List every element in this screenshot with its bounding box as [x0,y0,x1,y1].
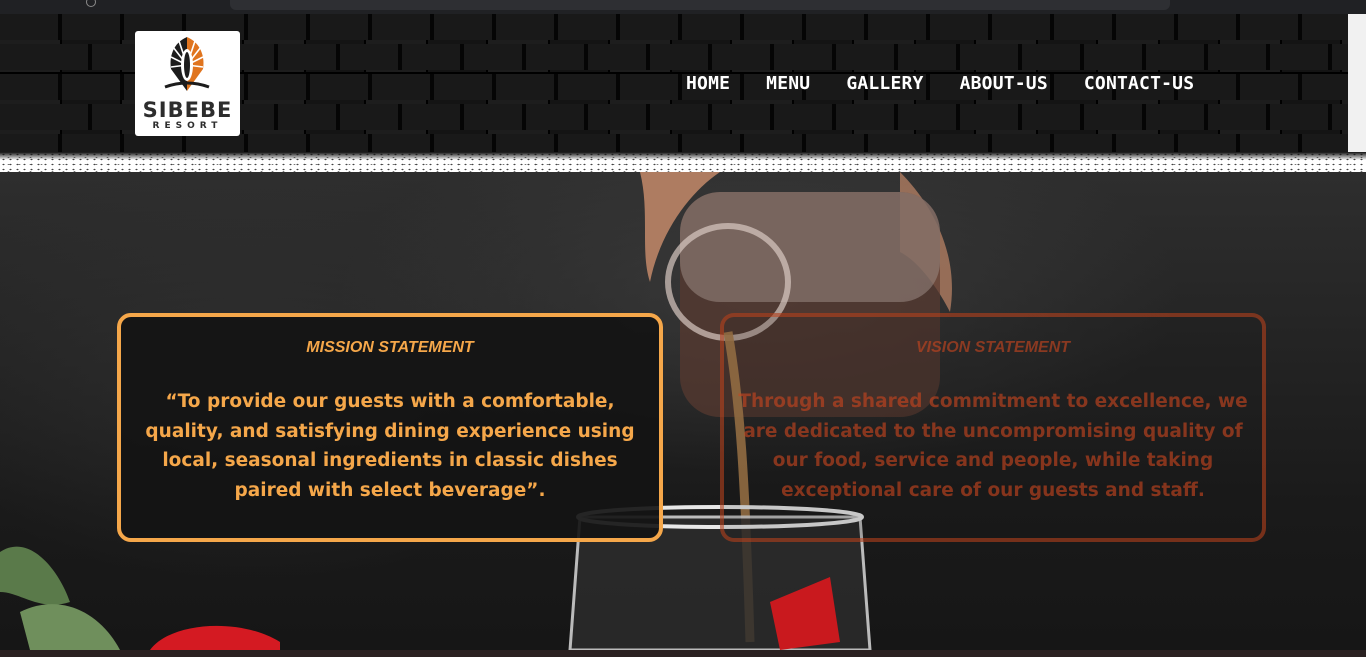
vision-title: VISION STATEMENT [915,339,1071,356]
browser-toolbar [0,0,1366,14]
nav-gallery[interactable]: GALLERY [846,73,923,94]
mission-title: MISSION STATEMENT [306,339,474,356]
main-nav: HOME MENU GALLERY ABOUT-US CONTACT-US [686,73,1194,94]
site-logo[interactable]: SIBEBE RESORT [135,31,240,136]
address-bar[interactable] [230,0,1170,10]
nav-menu[interactable]: MENU [766,73,810,94]
leaf-photo [20,604,120,650]
nav-about-us[interactable]: ABOUT-US [960,73,1048,94]
header-torn-edge [0,152,1366,172]
scrollbar[interactable] [1348,14,1366,152]
nav-contact-us[interactable]: CONTACT-US [1084,73,1194,94]
mission-text: “To provide our guests with a comfortabl… [145,391,635,501]
logo-tagline: RESORT [152,121,223,131]
sunburst-logo-icon [164,37,210,91]
leaf-photo [0,546,70,605]
rose-photo [150,625,280,650]
vision-statement-card: VISION STATEMENT Through a shared commit… [720,313,1266,542]
page-bottom-edge [0,650,1366,657]
logo-wordmark: SIBEBE [142,98,233,122]
decanter-photo [680,192,940,302]
mission-statement-card: MISSION STATEMENT “To provide our guests… [117,313,663,542]
nav-home[interactable]: HOME [686,73,730,94]
brick-wall-texture [0,134,1348,152]
vision-text: Through a shared commitment to excellenc… [738,391,1248,501]
reload-icon[interactable] [86,0,96,7]
